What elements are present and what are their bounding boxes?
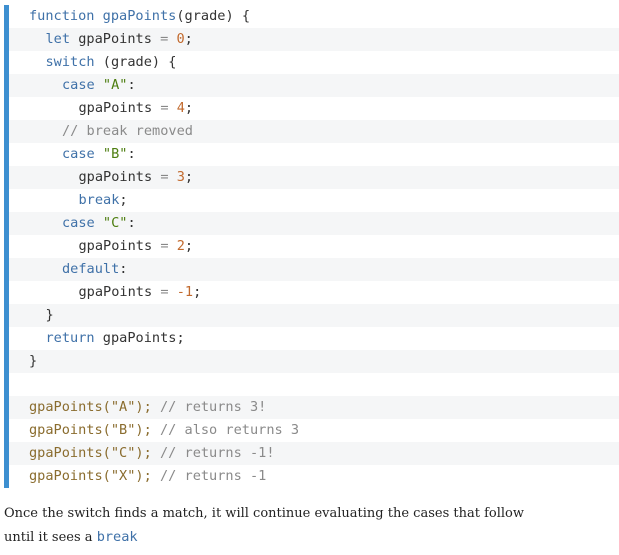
code-token: ; <box>184 238 194 254</box>
code-token: = <box>160 31 177 47</box>
code-token: = <box>160 169 177 185</box>
code-token: // also returns 3 <box>159 422 300 438</box>
code-token: // break removed <box>62 123 193 139</box>
code-token: return <box>45 330 103 346</box>
code-token: "A" <box>102 77 128 93</box>
code-token: case <box>62 77 103 93</box>
code-line: default: <box>9 258 619 281</box>
code-token: gpaPoints("B"); <box>29 422 160 438</box>
code-line: gpaPoints("C"); // returns -1! <box>9 442 619 465</box>
code-line: } <box>9 350 619 373</box>
code-line: } <box>9 304 619 327</box>
code-token: gpaPoints <box>78 31 161 47</box>
code-line: let gpaPoints = 0; <box>9 28 619 51</box>
code-line: case "B": <box>9 143 619 166</box>
code-token: gpaPoints; <box>102 330 185 346</box>
code-token: } <box>45 307 54 323</box>
code-line: gpaPoints("B"); // also returns 3 <box>9 419 619 442</box>
code-token: "C" <box>102 215 128 231</box>
code-token: : <box>127 215 136 231</box>
explanation-text-1: Once the switch finds a match, it will c… <box>4 506 524 521</box>
code-token: default <box>62 261 120 277</box>
code-token: "B" <box>102 146 128 162</box>
code-token: (grade) { <box>102 54 177 70</box>
code-line: case "A": <box>9 74 619 97</box>
code-token: // returns -1! <box>159 445 275 461</box>
explanation-text-2: until it sees a <box>4 530 97 545</box>
code-line: gpaPoints = 4; <box>9 97 619 120</box>
code-token: gpaPoints("C"); <box>29 445 160 461</box>
code-token: gpaPoints("X"); <box>29 468 160 484</box>
code-token: gpaPoints <box>102 8 177 24</box>
code-token: ; <box>184 100 194 116</box>
code-token: : <box>119 261 128 277</box>
code-token: case <box>62 215 103 231</box>
code-line: gpaPoints = 3; <box>9 166 619 189</box>
code-token: // returns 3! <box>159 399 267 415</box>
explanation-line-1: Once the switch finds a match, it will c… <box>4 506 604 521</box>
code-token: ; <box>193 284 202 300</box>
code-line: function gpaPoints(grade) { <box>9 5 619 28</box>
code-token: gpaPoints("A"); <box>29 399 160 415</box>
code-line: gpaPoints = 2; <box>9 235 619 258</box>
code-token: (grade) { <box>176 8 251 24</box>
code-token: let <box>45 31 79 47</box>
code-token: ; <box>184 169 194 185</box>
code-line: gpaPoints("A"); // returns 3! <box>9 396 619 419</box>
code-token: ; <box>184 31 193 47</box>
code-token: = <box>160 284 177 300</box>
code-line: gpaPoints("X"); // returns -1 <box>9 465 619 488</box>
code-line: break; <box>9 189 619 212</box>
code-token: switch <box>45 54 103 70</box>
explanation-line-2: until it sees a break <box>4 529 604 545</box>
code-token: ; <box>119 192 128 208</box>
code-token: 2 <box>176 238 185 254</box>
code-token: function <box>29 8 103 24</box>
code-token: } <box>29 353 38 369</box>
code-token: : <box>127 146 136 162</box>
code-line: switch (grade) { <box>9 51 619 74</box>
code-token: -1 <box>176 284 194 300</box>
code-token: gpaPoints <box>78 284 161 300</box>
code-token: = <box>160 238 177 254</box>
code-token: 4 <box>176 100 185 116</box>
code-token: break <box>78 192 120 208</box>
code-token: gpaPoints <box>78 238 161 254</box>
code-line: case "C": <box>9 212 619 235</box>
inline-code-break: break <box>96 529 138 545</box>
code-token: gpaPoints <box>78 100 161 116</box>
code-token: 3 <box>176 169 185 185</box>
code-token: case <box>62 146 103 162</box>
code-token: gpaPoints <box>78 169 161 185</box>
code-token: 0 <box>176 31 185 47</box>
code-line: return gpaPoints; <box>9 327 619 350</box>
code-block: function gpaPoints(grade) {let gpaPoints… <box>4 5 619 488</box>
code-token: = <box>160 100 177 116</box>
code-token: // returns -1 <box>159 468 267 484</box>
code-line: // break removed <box>9 120 619 143</box>
code-token: : <box>127 77 136 93</box>
code-line: gpaPoints = -1; <box>9 281 619 304</box>
